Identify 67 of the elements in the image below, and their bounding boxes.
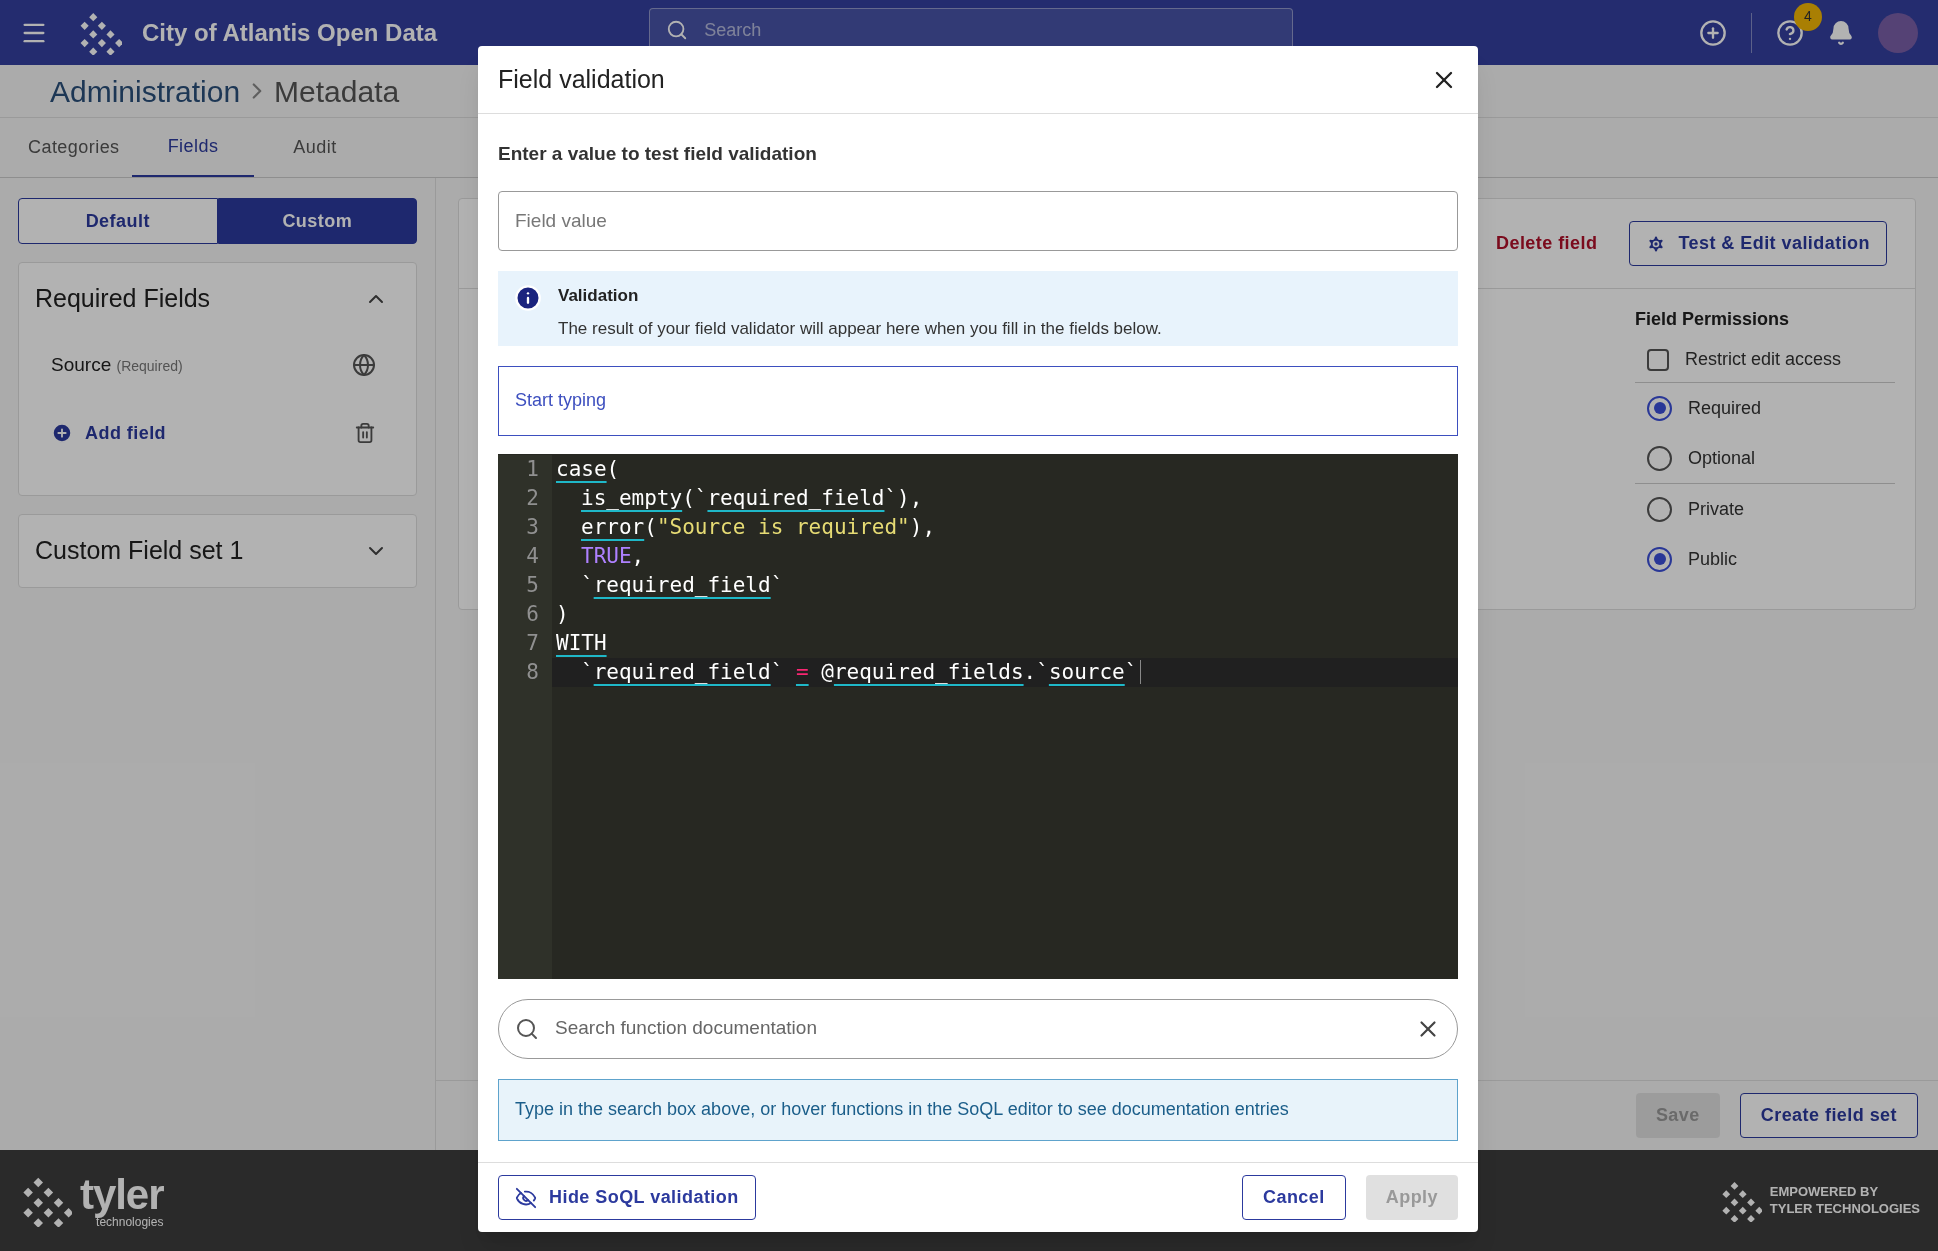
- doc-search-placeholder: Search function documentation: [555, 1016, 818, 1041]
- code-editor[interactable]: 1 2 3 4 5 6 7 8 case( is_empty(`required_field`), error("Source is required"), TRUE, `required_field` ) WITH `required_field` = @required_fields.`source`: [498, 453, 1458, 979]
- code-line: WITH: [555, 629, 608, 657]
- breadcrumb-link[interactable]: Administration: [50, 68, 241, 114]
- globe-icon: [352, 353, 376, 377]
- site-title: City of Atlantis Open Data: [142, 17, 438, 48]
- radio-button[interactable]: [1647, 496, 1672, 522]
- brand-name: tyler: [80, 1173, 164, 1216]
- hide-validation-button[interactable]: Hide SoQL validation: [498, 1175, 756, 1220]
- tab[interactable]: Fields: [132, 118, 254, 177]
- add-circle-icon: [51, 422, 73, 444]
- line-number: 6: [526, 600, 539, 628]
- radio-button[interactable]: [1647, 395, 1672, 421]
- radio-button[interactable]: [1647, 546, 1672, 572]
- search-placeholder: Search: [704, 18, 762, 42]
- notification-badge: 4: [1794, 2, 1822, 31]
- code-line: `required_field`: [580, 571, 785, 599]
- search-icon: [515, 1016, 539, 1041]
- field-name[interactable]: Source (Required): [51, 350, 183, 380]
- alert-title: Validation: [558, 284, 640, 307]
- help-icon[interactable]: [1776, 18, 1804, 47]
- tab[interactable]: Categories: [10, 118, 132, 177]
- test-input-field[interactable]: Start typing: [498, 365, 1458, 436]
- line-number: 2: [526, 484, 539, 512]
- add-icon[interactable]: [1699, 18, 1727, 47]
- powered-by-text: EMPOWERED BY: [1769, 1184, 1880, 1201]
- create-field-set-button[interactable]: Create field set: [1739, 1093, 1918, 1138]
- radio-label: Required: [1688, 396, 1762, 420]
- segment-button[interactable]: Custom: [217, 198, 417, 244]
- cancel-button[interactable]: Cancel: [1242, 1175, 1346, 1220]
- code-line: TRUE,: [580, 542, 646, 570]
- powered-by-text: TYLER TECHNOLOGIES: [1769, 1200, 1920, 1217]
- test-validation-button[interactable]: Test & Edit validation: [1629, 221, 1887, 266]
- alert-text: The result of your field validator will appear here when you fill in the fields below.: [558, 318, 1162, 340]
- segment-button[interactable]: Default: [18, 198, 218, 244]
- line-number: 1: [526, 455, 539, 483]
- field-value-input[interactable]: Field value: [498, 190, 1458, 251]
- dialog-title: Field validation: [498, 63, 665, 95]
- info-icon: [514, 283, 542, 312]
- code-line: is_empty(`required_field`),: [580, 484, 924, 512]
- doc-hint-text: Type in the search box above, or hover functions in the SoQL editor to see documentation entries: [515, 1098, 1289, 1121]
- bell-icon[interactable]: [1828, 19, 1854, 46]
- line-number: 7: [526, 629, 539, 657]
- line-number: 8: [526, 658, 539, 686]
- line-number: 3: [526, 513, 539, 541]
- eye-off-icon: [515, 1186, 537, 1209]
- radio-button[interactable]: [1647, 445, 1672, 471]
- code-line: error("Source is required"),: [580, 513, 937, 541]
- tab[interactable]: Audit: [254, 118, 376, 177]
- breadcrumb-current: Metadata: [274, 73, 400, 110]
- radio-label: Public: [1688, 547, 1738, 571]
- trash-icon[interactable]: [354, 422, 376, 444]
- field-set-title: Custom Field set 1: [35, 535, 244, 567]
- prompt-label: Enter a value to test field validation: [498, 142, 818, 166]
- add-field-button[interactable]: Add field: [51, 419, 167, 447]
- code-line: case(: [555, 455, 621, 483]
- search-icon: [666, 19, 689, 41]
- line-number: 5: [526, 571, 539, 599]
- checkbox[interactable]: [1647, 348, 1669, 371]
- permissions-title: Field Permissions: [1635, 307, 1791, 331]
- checkbox-label: Restrict edit access: [1685, 348, 1842, 371]
- code-line: ): [555, 600, 570, 628]
- radio-label: Optional: [1688, 446, 1756, 470]
- field-set-title: Required Fields: [35, 283, 211, 315]
- delete-field-button[interactable]: Delete field: [1495, 230, 1598, 257]
- radio-label: Private: [1688, 497, 1745, 521]
- line-number: 4: [526, 542, 539, 570]
